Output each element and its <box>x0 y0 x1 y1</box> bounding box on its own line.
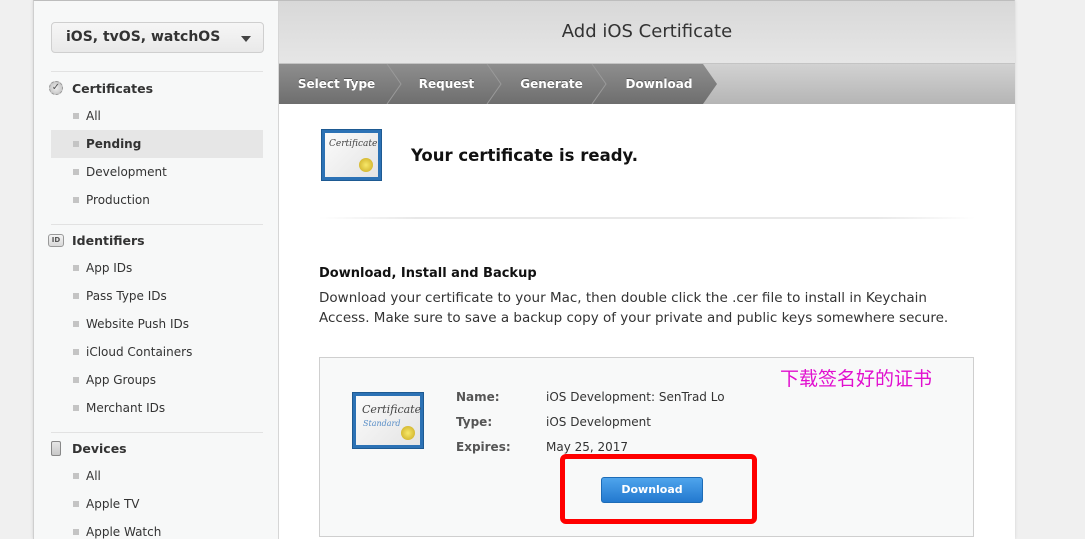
detail-label: Expires: <box>456 440 511 454</box>
sidebar: iOS, tvOS, watchOS ✓ Certificates All Pe… <box>34 1 279 539</box>
sidebar-item-devices-all[interactable]: All <box>51 462 263 490</box>
device-icon <box>48 440 64 456</box>
certificate-icon-text: Certificate <box>362 403 422 416</box>
sidebar-item-production[interactable]: Production <box>51 186 263 214</box>
section-title: Devices <box>72 440 127 456</box>
sidebar-item-app-ids[interactable]: App IDs <box>51 254 263 282</box>
sidebar-item-website-push-ids[interactable]: Website Push IDs <box>51 310 263 338</box>
sidebar-divider <box>51 224 263 225</box>
detail-label: Name: <box>456 390 500 404</box>
section-devices[interactable]: Devices <box>48 438 127 458</box>
download-button[interactable]: Download <box>601 477 703 503</box>
nav-label: Pending <box>86 137 142 151</box>
step-select-type: Select Type <box>297 77 376 91</box>
section-title: Certificates <box>72 80 154 96</box>
bullet-icon <box>73 349 79 355</box>
ready-message: Your certificate is ready. <box>411 145 639 165</box>
detail-value: iOS Development <box>546 415 651 429</box>
ready-banner: Certificate Your certificate is ready. <box>322 130 638 180</box>
main-panel: Add iOS Certificate Select Type Request … <box>279 1 1015 539</box>
bullet-icon <box>73 473 79 479</box>
chevron-down-icon <box>241 36 251 42</box>
nav-label: Production <box>86 193 150 207</box>
bullet-icon <box>73 293 79 299</box>
section-certificates[interactable]: ✓ Certificates <box>48 78 153 98</box>
sidebar-item-pending[interactable]: Pending <box>51 130 263 158</box>
page-container: iOS, tvOS, watchOS ✓ Certificates All Pe… <box>33 0 1015 539</box>
sidebar-item-pass-type-ids[interactable]: Pass Type IDs <box>51 282 263 310</box>
nav-label: All <box>86 469 101 483</box>
nav-label: App IDs <box>86 261 133 275</box>
id-icon: ID <box>48 232 64 248</box>
detail-value: iOS Development: SenTrad Lo <box>546 390 725 404</box>
page-title: Add iOS Certificate <box>279 1 1015 64</box>
nav-label: All <box>86 109 101 123</box>
bullet-icon <box>73 265 79 271</box>
section-identifiers[interactable]: ID Identifiers <box>48 230 145 250</box>
nav-label: App Groups <box>86 373 157 387</box>
certificate-icon: Certificate <box>322 130 381 180</box>
sidebar-item-apple-watch[interactable]: Apple Watch <box>51 518 263 539</box>
certificate-icon-subtext: Standard <box>363 419 401 428</box>
seal-icon <box>401 426 415 440</box>
bullet-icon <box>73 197 79 203</box>
detail-value: May 25, 2017 <box>546 440 629 454</box>
bullet-icon <box>73 529 79 535</box>
step-generate: Generate <box>520 77 583 91</box>
bullet-icon <box>73 405 79 411</box>
download-section-description: Download your certificate to your Mac, t… <box>319 290 949 326</box>
section-divider <box>319 217 975 219</box>
certificate-card: Certificate Standard Name: iOS Developme… <box>319 357 974 537</box>
sidebar-item-app-groups[interactable]: App Groups <box>51 366 263 394</box>
sidebar-divider <box>51 432 263 433</box>
download-section-title: Download, Install and Backup <box>319 266 537 281</box>
platform-select[interactable]: iOS, tvOS, watchOS <box>51 22 264 53</box>
sidebar-item-certificates-all[interactable]: All <box>51 102 263 130</box>
nav-label: Development <box>86 165 167 179</box>
step-request: Request <box>418 77 475 91</box>
section-title: Identifiers <box>72 232 145 248</box>
certificate-icon-text: Certificate <box>329 139 378 149</box>
nav-label: Apple TV <box>86 497 140 511</box>
seal-icon <box>359 158 373 172</box>
nav-label: Apple Watch <box>86 525 162 539</box>
bullet-icon <box>73 113 79 119</box>
step-download-current: Download <box>625 77 693 91</box>
certificate-gear-icon: ✓ <box>48 80 64 96</box>
annotation-text: 下载签名好的证书 <box>780 368 933 390</box>
nav-label: Pass Type IDs <box>86 289 167 303</box>
standard-certificate-icon: Certificate Standard <box>353 393 423 448</box>
nav-label: Merchant IDs <box>86 401 166 415</box>
detail-label: Type: <box>456 415 493 429</box>
sidebar-item-icloud-containers[interactable]: iCloud Containers <box>51 338 263 366</box>
platform-select-value: iOS, tvOS, watchOS <box>66 29 221 45</box>
bullet-icon <box>73 501 79 507</box>
nav-label: Website Push IDs <box>86 317 189 331</box>
bullet-icon <box>73 169 79 175</box>
bullet-icon <box>73 141 79 147</box>
nav-label: iCloud Containers <box>86 345 193 359</box>
bullet-icon <box>73 321 79 327</box>
sidebar-item-apple-tv[interactable]: Apple TV <box>51 490 263 518</box>
sidebar-item-development[interactable]: Development <box>51 158 263 186</box>
sidebar-item-merchant-ids[interactable]: Merchant IDs <box>51 394 263 422</box>
step-progress-bar: Select Type Request Generate Download <box>279 64 1015 104</box>
bullet-icon <box>73 377 79 383</box>
sidebar-divider <box>51 71 263 72</box>
